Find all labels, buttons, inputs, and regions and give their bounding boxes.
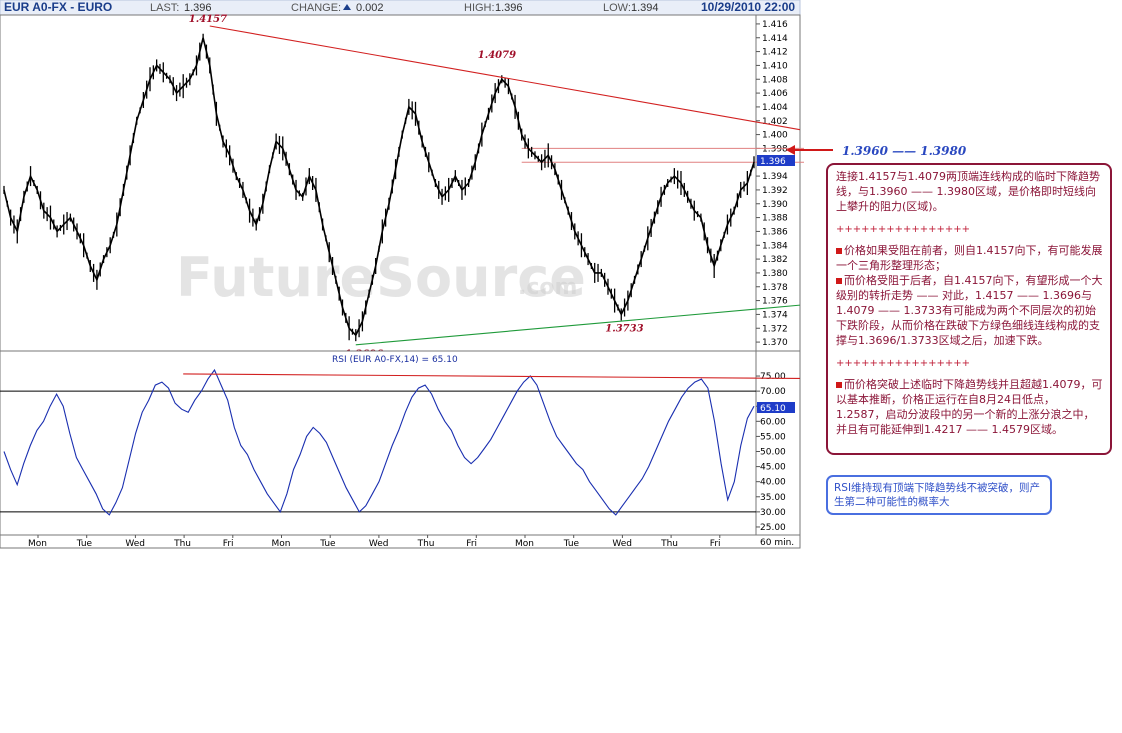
price-annotation: 1.3733	[605, 323, 643, 334]
rsi-callout-box: RSI维持现有顶端下降趋势线不被突破，则产生第二种可能性的概率大	[826, 475, 1052, 515]
price-tick-label: 1.382	[762, 255, 788, 265]
price-tick-label: 1.378	[762, 283, 788, 293]
price-annotation: 1.4157	[189, 14, 227, 25]
rsi-tick-label: 35.00	[760, 493, 786, 503]
watermark-suffix: .com	[518, 275, 577, 300]
last-value: 1.396	[184, 2, 212, 14]
time-tick-label: Fri	[710, 539, 721, 549]
analysis-text-4: 而价格突破上述临时下降趋势线并且超越1.4079，可以基本推断，价格正运行在自8…	[836, 377, 1104, 437]
rsi-tick-label: 40.00	[760, 478, 786, 488]
change-label: CHANGE:	[291, 2, 341, 14]
rsi-tick-label: 55.00	[760, 432, 786, 442]
rsi-axis-ticks: 75.0070.0065.0060.0055.0050.0045.0040.00…	[756, 372, 786, 533]
zone-callout-label: 1.3960 —— 1.3980	[842, 144, 967, 158]
analysis-callout-box: 连接1.4157与1.4079两顶端连线构成的临时下降趋势线，与1.3960 —…	[826, 163, 1112, 455]
price-tick-label: 1.384	[762, 241, 788, 251]
time-tick-label: Fri	[223, 539, 234, 549]
rsi-tick-label: 60.00	[760, 417, 786, 427]
price-tick-label: 1.372	[762, 324, 788, 334]
price-last-tag-text: 1.396	[760, 157, 786, 167]
price-tick-label: 1.414	[762, 34, 788, 44]
price-annotation: 1.4079	[478, 50, 516, 61]
bullet-icon	[836, 248, 842, 254]
rsi-tick-label: 50.00	[760, 448, 786, 458]
rsi-tick-label: 70.00	[760, 387, 786, 397]
time-tick-label: Wed	[369, 539, 389, 549]
rsi-last-tag-text: 65.10	[760, 404, 786, 414]
time-tick-label: Thu	[660, 539, 678, 549]
price-tick-label: 1.376	[762, 297, 788, 307]
header-bar	[0, 0, 801, 16]
time-tick-label: Wed	[612, 539, 632, 549]
rsi-title: RSI (EUR A0-FX,14) = 65.10	[332, 355, 458, 365]
price-tick-label: 1.398	[762, 144, 788, 154]
price-tick-label: 1.406	[762, 89, 788, 99]
price-tick-label: 1.374	[762, 310, 788, 320]
price-tick-label: 1.380	[762, 269, 788, 279]
rsi-tick-label: 25.00	[760, 523, 786, 533]
price-tick-label: 1.370	[762, 338, 788, 348]
last-label: LAST:	[150, 2, 179, 14]
header-datetime: 10/29/2010 22:00	[701, 0, 795, 14]
time-tick-label: Tue	[319, 539, 336, 549]
time-tick-label: Tue	[76, 539, 93, 549]
price-tick-label: 1.400	[762, 131, 788, 141]
price-tick-label: 1.410	[762, 61, 788, 71]
price-tick-label: 1.412	[762, 48, 788, 58]
time-tick-label: Fri	[466, 539, 477, 549]
time-unit-label: 60 min.	[760, 538, 794, 548]
price-tick-label: 1.394	[762, 172, 788, 182]
analysis-text-1: 连接1.4157与1.4079两顶端连线构成的临时下降趋势线，与1.3960 —…	[836, 170, 1100, 213]
price-tick-label: 1.392	[762, 186, 788, 196]
low-value: 1.394	[631, 2, 659, 14]
price-tick-label: 1.390	[762, 200, 788, 210]
price-tick-label: 1.388	[762, 214, 788, 224]
bullet-icon	[836, 278, 842, 284]
time-tick-label: Thu	[173, 539, 191, 549]
high-label: HIGH:	[464, 2, 495, 14]
separator-1: ++++++++++++++++	[836, 224, 971, 235]
rsi-tick-label: 45.00	[760, 463, 786, 473]
time-axis	[0, 534, 801, 549]
time-tick-label: Wed	[125, 539, 145, 549]
separator-2: ++++++++++++++++	[836, 358, 971, 369]
price-tick-label: 1.404	[762, 103, 788, 113]
analysis-text-2: 价格如果受阻在前者，则自1.4157向下，有可能发展一个三角形整理形态；	[836, 243, 1104, 273]
rsi-tick-label: 75.00	[760, 372, 786, 382]
time-tick-label: Tue	[563, 539, 580, 549]
high-value: 1.396	[495, 2, 523, 14]
time-tick-label: Mon	[272, 539, 291, 549]
change-value: 0.002	[356, 2, 384, 14]
rsi-tick-label: 30.00	[760, 508, 786, 518]
time-tick-label: Mon	[28, 539, 47, 549]
analysis-text-3-content: 而价格受阻于后者，自1.4157向下，有望形成一个大级别的转折走势 —— 对此，…	[836, 274, 1103, 347]
low-label: LOW:	[603, 2, 631, 14]
price-tick-label: 1.408	[762, 75, 788, 85]
price-tick-label: 1.416	[762, 20, 788, 30]
symbol-title: EUR A0-FX - EURO	[4, 0, 112, 14]
rsi-callout-text: RSI维持现有顶端下降趋势线不被突破，则产生第二种可能性的概率大	[834, 482, 1041, 508]
bullet-icon	[836, 382, 842, 388]
price-tick-label: 1.386	[762, 227, 788, 237]
time-tick-label: Thu	[417, 539, 435, 549]
analysis-text-2-content: 价格如果受阻在前者，则自1.4157向下，有可能发展一个三角形整理形态；	[836, 244, 1103, 272]
analysis-text-3: 而价格受阻于后者，自1.4157向下，有望形成一个大级别的转折走势 —— 对此，…	[836, 273, 1104, 348]
time-tick-label: Mon	[515, 539, 534, 549]
analysis-text-4-content: 而价格突破上述临时下降趋势线并且超越1.4079，可以基本推断，价格正运行在自8…	[836, 378, 1103, 436]
